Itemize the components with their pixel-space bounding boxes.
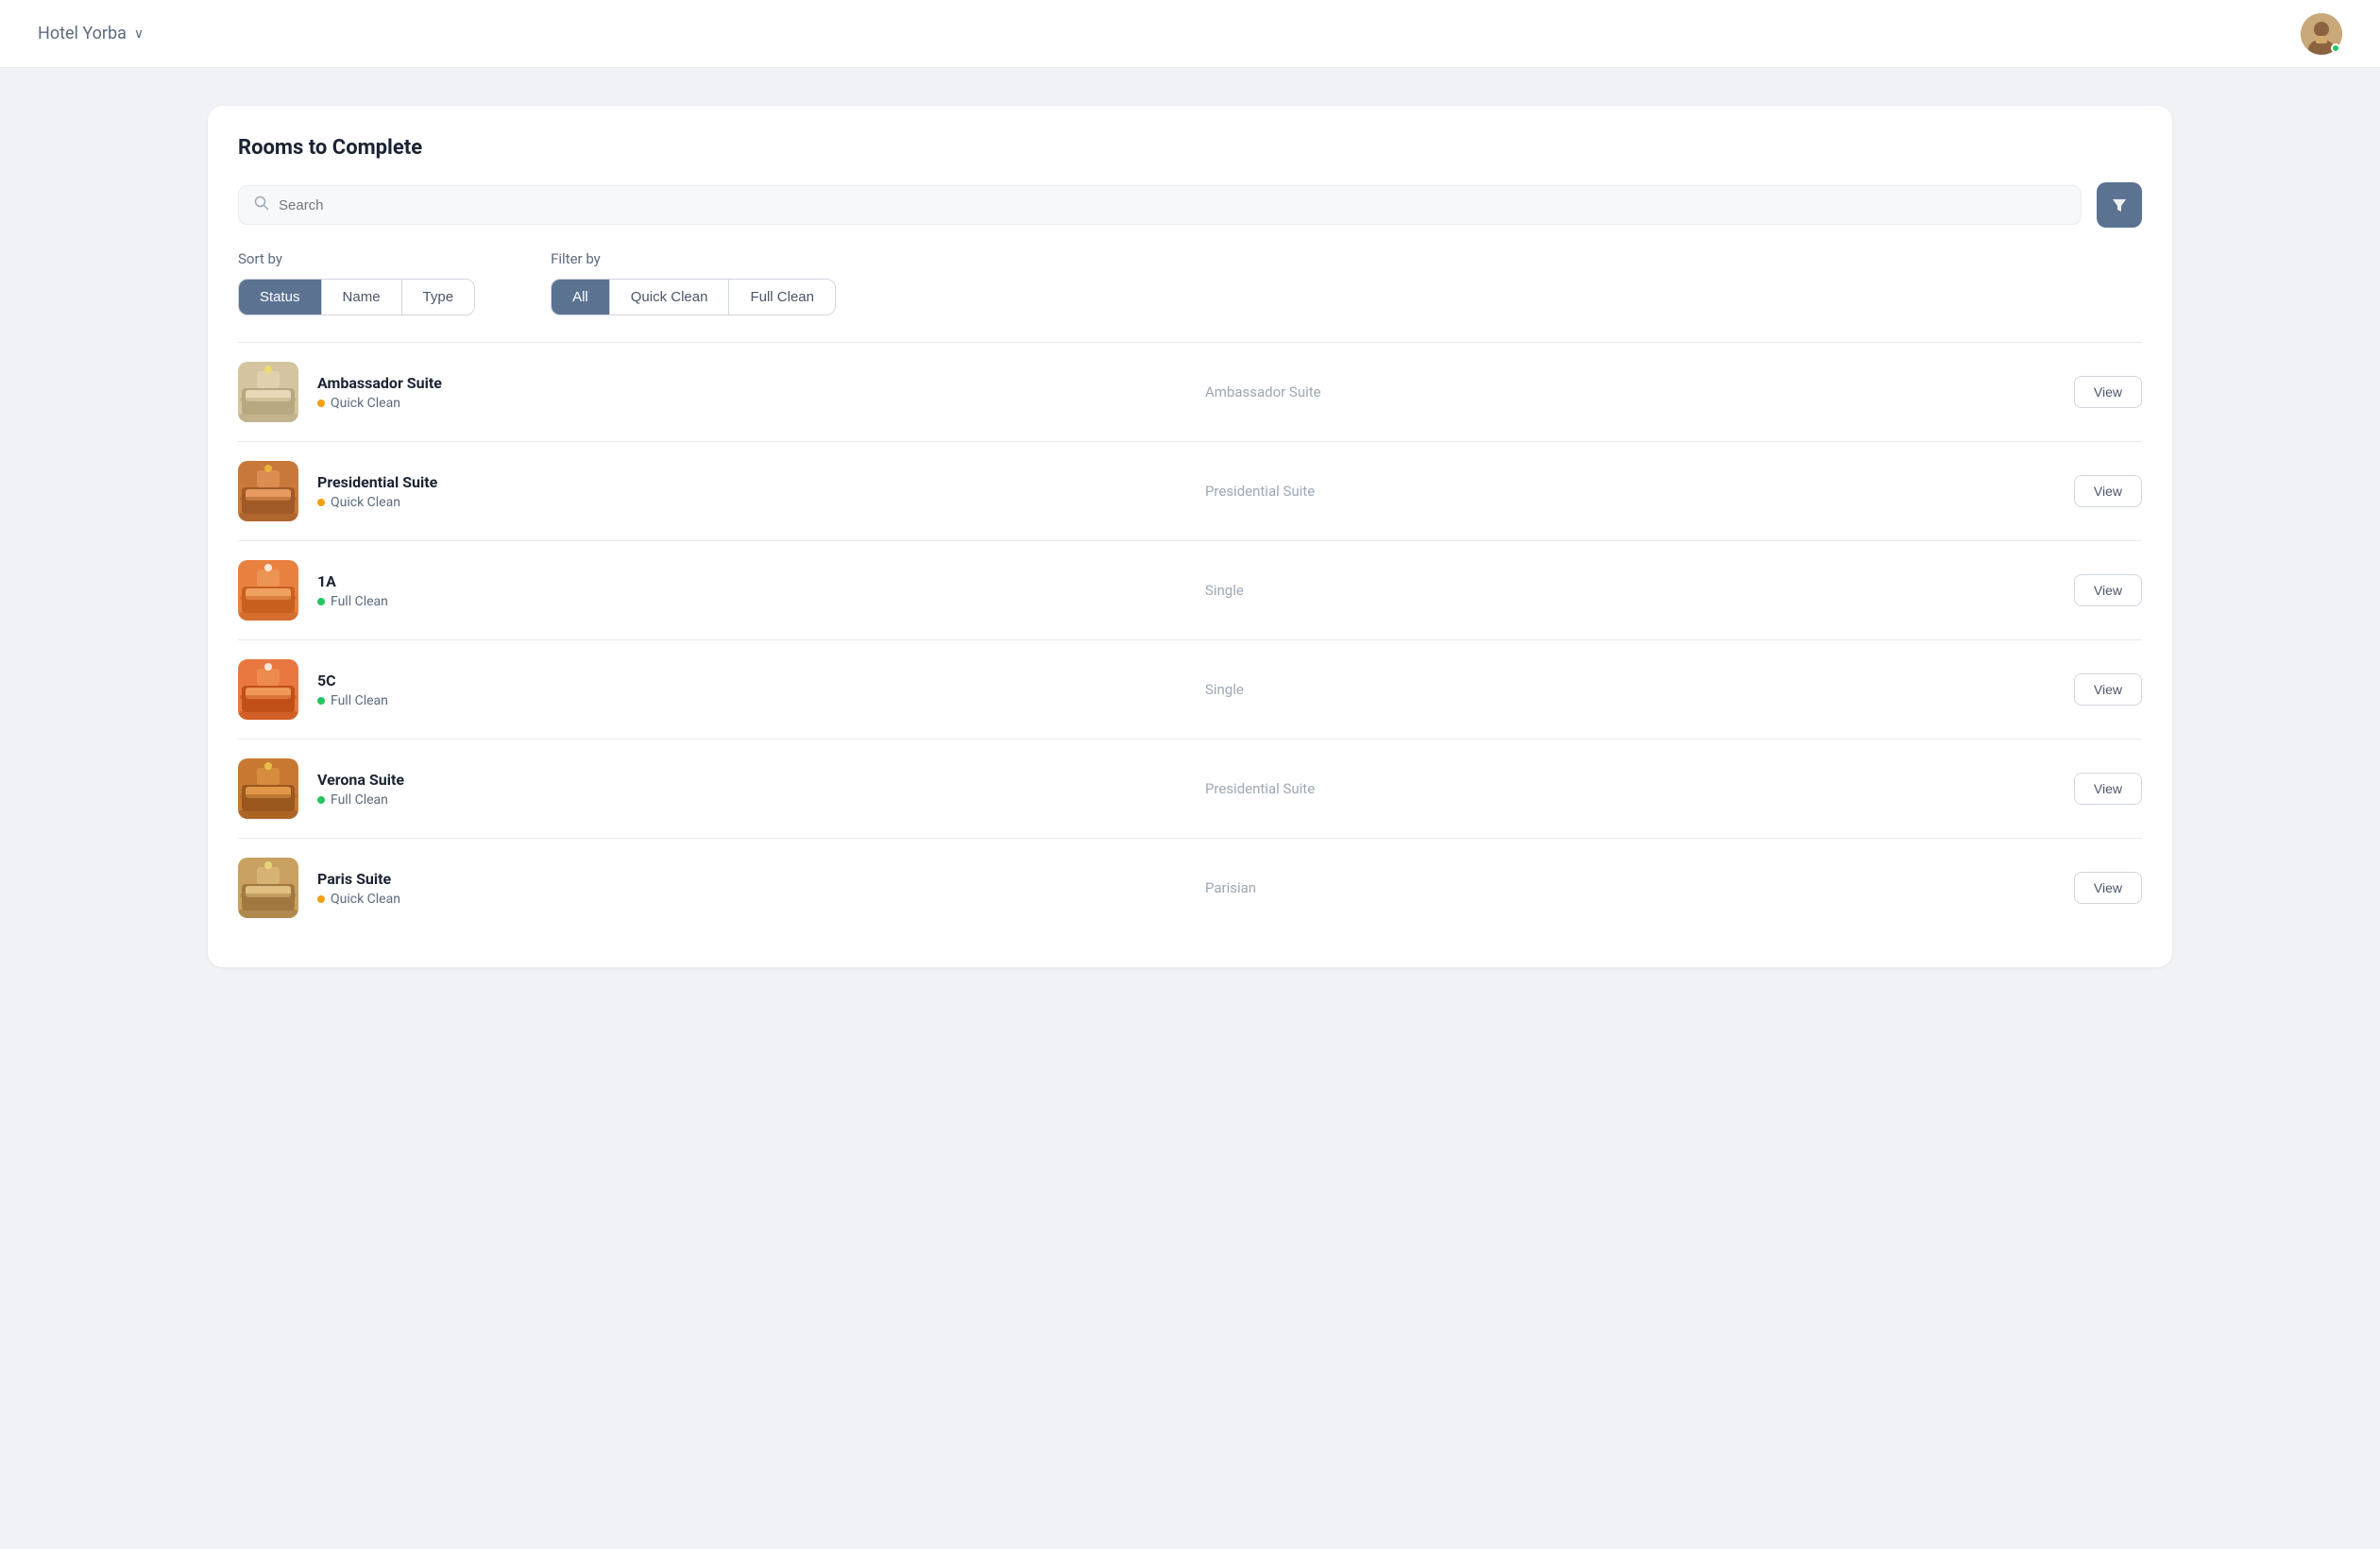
view-button[interactable]: View [2074, 773, 2142, 805]
room-thumbnail [238, 362, 298, 422]
room-info: 5C Full Clean [317, 672, 1167, 708]
hotel-name-text: Hotel Yorba [38, 24, 127, 43]
status-dot [317, 499, 325, 506]
sort-name-button[interactable]: Name [322, 280, 402, 315]
room-status: Quick Clean [317, 892, 1167, 907]
room-info: Verona Suite Full Clean [317, 771, 1167, 808]
room-type: Presidential Suite [1186, 483, 2055, 500]
filter-group: Filter by All Quick Clean Full Clean [551, 250, 836, 315]
view-button[interactable]: View [2074, 574, 2142, 606]
sort-status-button[interactable]: Status [239, 280, 322, 315]
room-status: Quick Clean [317, 495, 1167, 510]
view-button[interactable]: View [2074, 872, 2142, 904]
status-dot [317, 598, 325, 605]
rooms-card: Rooms to Complete Sort by [208, 106, 2172, 967]
room-thumbnail [238, 560, 298, 621]
room-row: Ambassador Suite Quick Clean Ambassador … [238, 343, 2142, 442]
room-thumbnail [238, 461, 298, 521]
sort-btn-group: Status Name Type [238, 279, 475, 315]
room-info: Ambassador Suite Quick Clean [317, 374, 1167, 411]
status-dot [317, 895, 325, 903]
status-dot [317, 796, 325, 804]
user-avatar-wrapper[interactable] [2301, 13, 2342, 55]
page-title: Rooms to Complete [238, 136, 2142, 160]
status-label: Full Clean [331, 594, 388, 609]
view-button[interactable]: View [2074, 673, 2142, 706]
room-status: Full Clean [317, 792, 1167, 808]
room-status: Full Clean [317, 693, 1167, 708]
room-type: Single [1186, 582, 2055, 599]
online-status-dot [2331, 43, 2340, 53]
room-type: Parisian [1186, 879, 2055, 896]
room-row: 5C Full Clean Single View [238, 640, 2142, 740]
main-content: Rooms to Complete Sort by [0, 68, 2380, 1005]
room-status: Full Clean [317, 594, 1167, 609]
room-info: Presidential Suite Quick Clean [317, 473, 1167, 510]
sort-group: Sort by Status Name Type [238, 250, 475, 315]
filter-button[interactable] [2097, 182, 2142, 228]
room-name: Ambassador Suite [317, 374, 1167, 392]
status-label: Quick Clean [331, 495, 400, 510]
sort-type-button[interactable]: Type [402, 280, 475, 315]
room-info: 1A Full Clean [317, 572, 1167, 609]
view-button[interactable]: View [2074, 475, 2142, 507]
view-button[interactable]: View [2074, 376, 2142, 408]
room-name: Verona Suite [317, 771, 1167, 789]
sort-label: Sort by [238, 250, 475, 267]
filter-btn-group: All Quick Clean Full Clean [551, 279, 836, 315]
room-type: Single [1186, 681, 2055, 698]
status-label: Quick Clean [331, 892, 400, 907]
room-type: Presidential Suite [1186, 780, 2055, 797]
status-dot [317, 400, 325, 407]
status-label: Full Clean [331, 792, 388, 808]
controls-row: Sort by Status Name Type Filter by All Q… [238, 250, 2142, 315]
filter-all-button[interactable]: All [552, 280, 610, 315]
search-icon [254, 196, 269, 214]
filter-icon [2111, 196, 2128, 213]
search-filter-row [238, 182, 2142, 228]
room-row: Presidential Suite Quick Clean President… [238, 442, 2142, 541]
filter-full-clean-button[interactable]: Full Clean [729, 280, 835, 315]
room-row: 1A Full Clean Single View [238, 541, 2142, 640]
hotel-name-selector[interactable]: Hotel Yorba ∨ [38, 24, 144, 43]
room-thumbnail [238, 858, 298, 918]
status-label: Quick Clean [331, 396, 400, 411]
room-info: Paris Suite Quick Clean [317, 870, 1167, 907]
room-name: 1A [317, 572, 1167, 590]
filter-label: Filter by [551, 250, 836, 267]
status-label: Full Clean [331, 693, 388, 708]
filter-quick-clean-button[interactable]: Quick Clean [610, 280, 730, 315]
search-box [238, 185, 2082, 225]
header: Hotel Yorba ∨ [0, 0, 2380, 68]
status-dot [317, 697, 325, 705]
chevron-down-icon: ∨ [134, 26, 144, 42]
room-row: Verona Suite Full Clean Presidential Sui… [238, 740, 2142, 839]
room-name: Presidential Suite [317, 473, 1167, 491]
room-name: Paris Suite [317, 870, 1167, 888]
room-row: Paris Suite Quick Clean Parisian View [238, 839, 2142, 937]
room-list: Ambassador Suite Quick Clean Ambassador … [238, 343, 2142, 937]
room-status: Quick Clean [317, 396, 1167, 411]
room-type: Ambassador Suite [1186, 383, 2055, 400]
room-thumbnail [238, 758, 298, 819]
room-name: 5C [317, 672, 1167, 689]
search-input[interactable] [279, 197, 2066, 213]
room-thumbnail [238, 659, 298, 720]
